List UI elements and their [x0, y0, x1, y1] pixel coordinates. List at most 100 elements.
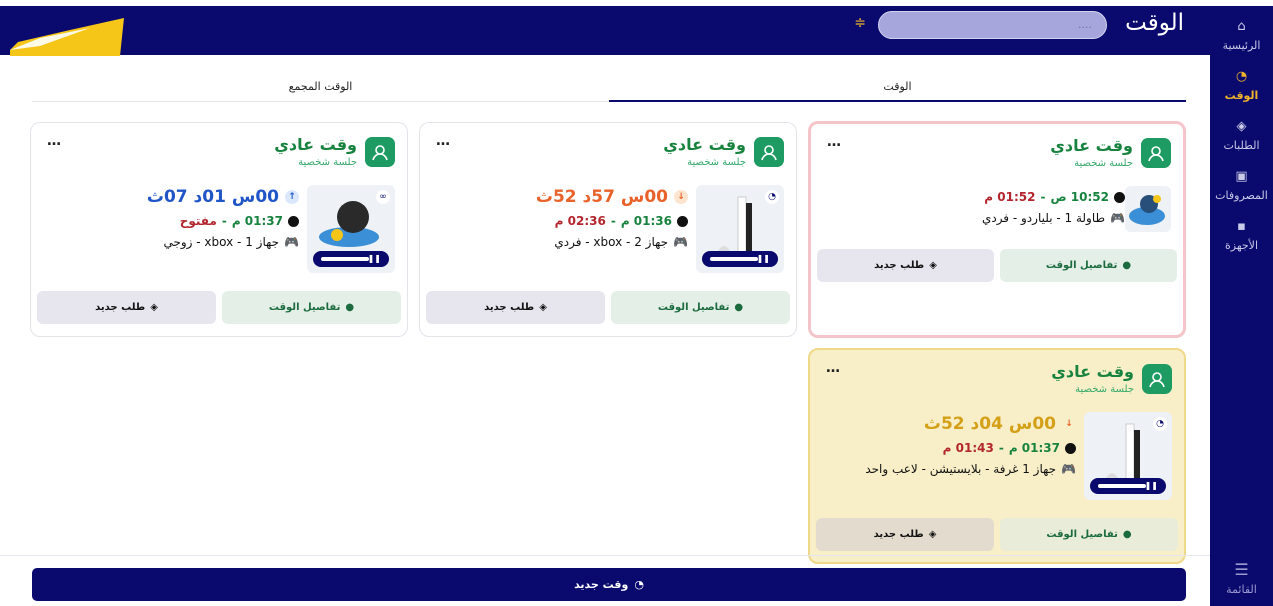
footer-divider: [0, 555, 1210, 556]
end-time: 01:52 م: [984, 190, 1036, 204]
tabs: الوقت الوقت المجمع: [32, 78, 1186, 102]
sidebar-item-home[interactable]: ⌂ الرئيسية: [1210, 20, 1273, 53]
user-avatar-icon: [1141, 138, 1171, 168]
session-card: وقت عادي جلسة شخصية … ◔ ❚❚ ↓ 00س 04د 52ث…: [808, 348, 1186, 564]
device-label: جهاز 1 غرفة - بلايستيشن - لاعب واحد: [865, 462, 1057, 476]
clock-icon: [677, 215, 688, 227]
button-label: طلب جديد: [95, 302, 146, 313]
logo: [10, 18, 124, 56]
button-label: تفاصيل الوقت: [657, 302, 730, 313]
sidebar-item-devices[interactable]: ▪ الأجهزة: [1210, 220, 1273, 253]
new-order-button[interactable]: ◈ طلب جديد: [426, 291, 605, 324]
gamepad-icon: 🎮: [673, 235, 688, 249]
time-details-button[interactable]: ● تفاصيل الوقت: [611, 291, 790, 324]
sidebar-item-time[interactable]: ◔ الوقت: [1210, 69, 1273, 103]
button-label: طلب جديد: [484, 302, 535, 313]
box-icon: ◈: [150, 302, 158, 313]
sidebar-item-expenses[interactable]: ▣ المصروفات: [1210, 169, 1273, 203]
more-options-icon[interactable]: …: [827, 134, 842, 150]
button-label: طلب جديد: [873, 529, 924, 540]
tab-time[interactable]: الوقت: [609, 78, 1186, 102]
time-details-button[interactable]: ● تفاصيل الوقت: [1000, 518, 1178, 551]
down-arrow-icon: ↓: [1065, 419, 1073, 429]
end-time: 02:36 م: [554, 214, 606, 228]
button-label: تفاصيل الوقت: [1045, 260, 1118, 271]
button-label: وقت جديد: [574, 578, 629, 591]
button-label: تفاصيل الوقت: [268, 302, 341, 313]
user-avatar-icon: [365, 137, 395, 167]
info-icon: ●: [734, 302, 744, 313]
tab-aggregated-time[interactable]: الوقت المجمع: [32, 78, 609, 102]
card-title: وقت عادي: [1050, 136, 1133, 155]
clock-icon: [1114, 191, 1125, 203]
clock-icon: [1065, 442, 1076, 454]
sidebar-item-label: الأجهزة: [1224, 239, 1259, 252]
device-info: 🎮 طاولة 1 - بلياردو - فردي: [982, 211, 1125, 225]
duration-value: 00س 04د 52ث: [923, 414, 1056, 434]
new-time-button[interactable]: ◔ وقت جديد: [32, 568, 1186, 601]
box-icon: ◈: [1236, 119, 1247, 134]
card-subtitle: جلسة شخصية: [687, 157, 746, 168]
sidebar-item-label: المصروفات: [1215, 189, 1268, 202]
card-actions: ● تفاصيل الوقت ◈ طلب جديد: [816, 518, 1178, 551]
card-subtitle: جلسة شخصية: [298, 157, 357, 168]
more-options-icon[interactable]: …: [47, 133, 62, 149]
padel-image: ∞ ❚❚: [307, 185, 395, 273]
sidebar-item-label: الطلبات: [1223, 139, 1260, 152]
more-options-icon[interactable]: …: [436, 133, 451, 149]
session-progress: ❚❚: [1090, 478, 1166, 494]
card-actions: ● تفاصيل الوقت ◈ طلب جديد: [37, 291, 401, 324]
time-range: 01:37 م - 01:43 م: [943, 441, 1076, 455]
gamepad-icon: 🎮: [284, 235, 299, 249]
range-separator: -: [1040, 190, 1046, 204]
stopwatch-icon: ◔: [1235, 69, 1248, 84]
gamepad-icon: 🎮: [1061, 462, 1076, 476]
device-info: 🎮 جهاز 2 - xbox - فردي: [554, 235, 688, 249]
search-input[interactable]: ....: [878, 11, 1107, 39]
device-info: 🎮 جهاز 1 غرفة - بلايستيشن - لاعب واحد: [865, 462, 1076, 476]
top-header: ≑ .... الوقت: [0, 6, 1210, 56]
sidebar-item-orders[interactable]: ◈ الطلبات: [1210, 119, 1273, 153]
sidebar-item-label: الوقت: [1224, 89, 1259, 102]
more-options-icon[interactable]: …: [826, 360, 841, 376]
up-arrow-icon: ↑: [285, 190, 299, 204]
sidebar-item-label: الرئيسية: [1222, 39, 1261, 52]
new-order-button[interactable]: ◈ طلب جديد: [37, 291, 216, 324]
button-label: تفاصيل الوقت: [1046, 529, 1118, 540]
card-title: وقت عادي: [274, 135, 357, 154]
time-details-button[interactable]: ● تفاصيل الوقت: [1000, 249, 1177, 282]
range-separator: -: [610, 214, 616, 228]
down-arrow-icon: ↓: [674, 190, 688, 204]
end-time: مفتوح: [179, 214, 217, 228]
new-order-button[interactable]: ◈ طلب جديد: [816, 518, 994, 551]
session-card: وقت عادي جلسة شخصية … 10:52 ص - 01:52 م …: [808, 121, 1186, 338]
card-subtitle: جلسة شخصية: [1074, 158, 1133, 169]
info-icon: ●: [345, 302, 355, 313]
info-icon: ●: [1122, 529, 1132, 540]
start-time: 01:37 م: [231, 214, 283, 228]
money-icon: ▣: [1235, 169, 1248, 184]
new-order-button[interactable]: ◈ طلب جديد: [817, 249, 994, 282]
range-separator: -: [998, 441, 1004, 455]
end-time: 01:43 م: [942, 441, 994, 455]
time-details-button[interactable]: ● تفاصيل الوقت: [222, 291, 401, 324]
start-time: 01:37 م: [1008, 441, 1060, 455]
device-label: طاولة 1 - بلياردو - فردي: [981, 211, 1106, 225]
filter-icon[interactable]: ≑: [854, 15, 866, 31]
range-separator: -: [221, 214, 227, 228]
start-time: 01:36 م: [620, 214, 672, 228]
box-icon: ◈: [928, 529, 937, 540]
playstation-image: ◔ ❚❚: [696, 185, 784, 273]
device-label: جهاز 2 - xbox - فردي: [554, 235, 669, 249]
time-range: 01:36 م - 02:36 م: [555, 214, 688, 228]
app-root: ≑ .... الوقت ⌂ الرئيسية ◔ الوقت ◈ الطلبا…: [0, 0, 1273, 606]
elapsed-duration: ↓ 00س 57د 52ث: [536, 187, 688, 207]
card-title: وقت عادي: [663, 135, 746, 154]
gamepad-icon: 🎮: [1110, 211, 1125, 225]
card-actions: ● تفاصيل الوقت ◈ طلب جديد: [817, 249, 1177, 282]
card-subtitle: جلسة شخصية: [1075, 384, 1134, 395]
sidebar: ⌂ الرئيسية ◔ الوقت ◈ الطلبات ▣ المصروفات…: [1210, 6, 1273, 606]
user-avatar-icon: [754, 137, 784, 167]
info-icon: ●: [1122, 260, 1132, 271]
sidebar-menu[interactable]: ☰ القائمة: [1226, 560, 1257, 596]
